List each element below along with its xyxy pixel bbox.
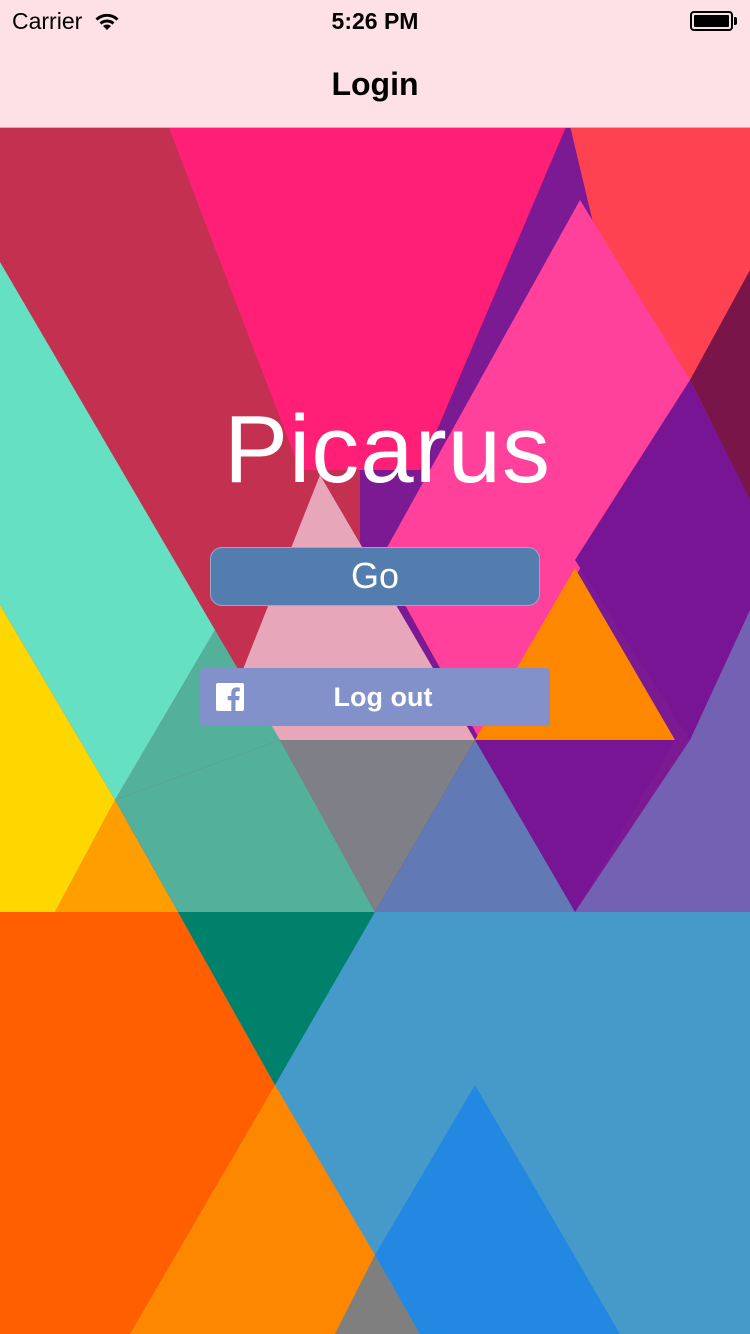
facebook-icon [216, 683, 244, 711]
navigation-bar: Carrier 5:26 PM Login [0, 0, 750, 128]
facebook-logout-label: Log out [333, 682, 433, 712]
battery-full-icon [690, 11, 738, 31]
status-time: 5:26 PM [331, 8, 419, 34]
background-pattern-image [0, 0, 750, 1334]
login-screen: Carrier 5:26 PM Login Picarus Go Log out [0, 0, 750, 1334]
facebook-logout-button[interactable]: Log out [200, 668, 550, 726]
app-title: Picarus [223, 396, 552, 503]
go-button[interactable]: Go [210, 547, 540, 606]
page-title: Login [331, 66, 419, 102]
